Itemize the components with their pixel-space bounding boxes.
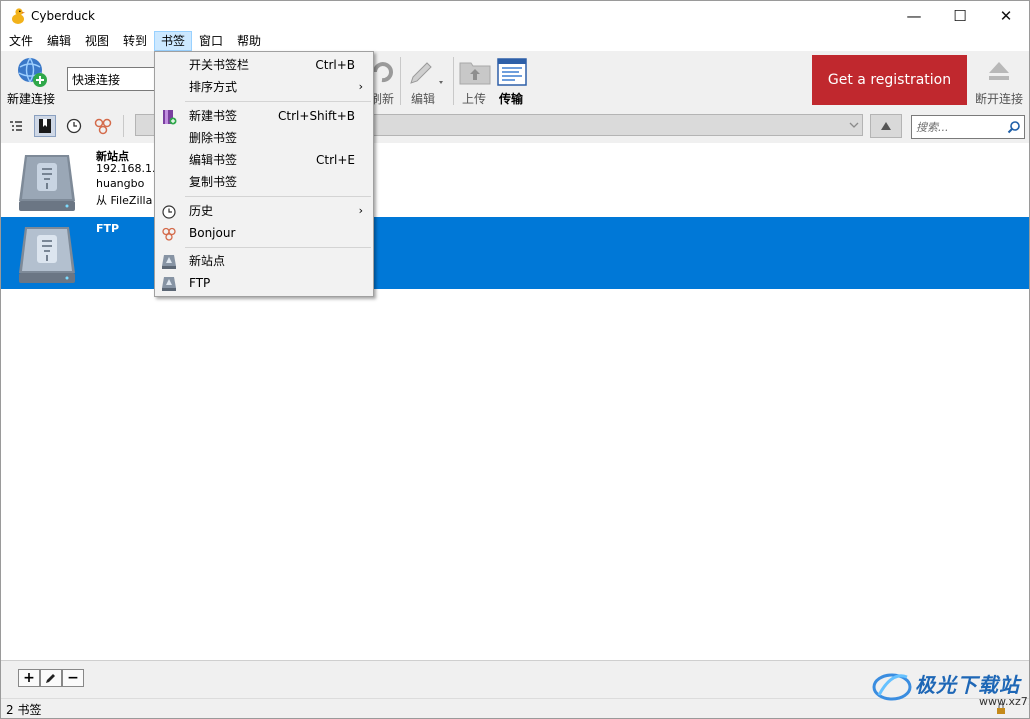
quick-connect-field[interactable]: 快速连接: [67, 67, 159, 91]
upload-button[interactable]: 上传: [457, 53, 491, 107]
bookmark-count: 2 书签: [6, 703, 42, 717]
bookmark-menu: 开关书签栏 Ctrl+B 排序方式 › 新建书签 Ctrl+Shift+B 删除…: [154, 51, 374, 297]
pencil-icon: [410, 62, 443, 84]
window-title: Cyberduck: [31, 9, 95, 23]
menu-item-shortcut: Ctrl+Shift+B: [278, 109, 355, 123]
menu-separator: [185, 101, 371, 102]
menu-bookmarks[interactable]: 书签: [154, 31, 193, 51]
bonjour-icon[interactable]: [92, 115, 114, 137]
menu-item-bonjour[interactable]: Bonjour: [155, 222, 373, 244]
menu-item-label: 复制书签: [189, 175, 238, 189]
parent-directory-button[interactable]: [870, 114, 902, 138]
menu-edit[interactable]: 编辑: [41, 32, 77, 50]
menu-item-shortcut: Ctrl+E: [316, 153, 355, 167]
menu-item-label: 新站点: [189, 254, 226, 268]
menu-item-bookmark-ftp[interactable]: FTP: [155, 272, 373, 294]
menu-item-toggle-bookmark-bar[interactable]: 开关书签栏 Ctrl+B: [155, 54, 373, 76]
transfer-label: 传输: [498, 92, 523, 106]
menu-bar: 文件 编辑 视图 转到 书签 窗口 帮助: [1, 31, 1029, 51]
search-placeholder: 搜索...: [916, 121, 949, 134]
bookmark-hostname: 192.168.1.1: [96, 162, 163, 175]
maximize-button[interactable]: ☐: [937, 1, 983, 31]
pencil-icon: [46, 674, 55, 683]
menu-item-shortcut: Ctrl+B: [315, 58, 355, 72]
bookmark-note: 从 FileZilla: [96, 194, 153, 207]
menu-item-history[interactable]: 历史 ›: [155, 200, 373, 222]
menu-window[interactable]: 窗口: [193, 32, 229, 50]
disconnect-label: 断开连接: [974, 92, 1023, 106]
upload-folder-icon: [459, 62, 491, 85]
menu-item-label: 历史: [189, 204, 214, 218]
navbar-separator: [123, 115, 124, 137]
outline-view-icon[interactable]: [5, 115, 27, 137]
toolbar-separator: [453, 57, 454, 105]
menu-file[interactable]: 文件: [3, 32, 39, 50]
menu-item-label: 开关书签栏: [189, 58, 250, 72]
menu-help[interactable]: 帮助: [231, 32, 267, 50]
registration-key-button[interactable]: Get a registration key!: [812, 55, 967, 138]
menu-go[interactable]: 转到: [117, 32, 153, 50]
menu-item-label: 删除书签: [189, 131, 238, 145]
close-icon: ✕: [999, 7, 1013, 25]
menu-view[interactable]: 视图: [79, 32, 115, 50]
duck-icon: [12, 8, 25, 24]
title-bar: Cyberduck — ☐ ✕: [1, 1, 1029, 31]
minimize-button[interactable]: —: [891, 1, 937, 31]
menu-separator: [185, 247, 371, 248]
menu-separator: [185, 196, 371, 197]
delete-bookmark-button[interactable]: −: [62, 669, 84, 687]
up-arrow-icon: [881, 122, 891, 130]
new-connection-button[interactable]: 新建连接: [3, 53, 59, 107]
new-connection-label: 新建连接: [6, 92, 55, 106]
menu-item-label: 编辑书签: [189, 153, 238, 167]
disconnect-button[interactable]: 断开连接: [971, 53, 1027, 107]
edit-label: 编辑: [410, 92, 435, 106]
transfer-button[interactable]: 传输: [495, 53, 527, 107]
menu-item-label: 排序方式: [189, 80, 238, 94]
upload-label: 上传: [461, 92, 486, 106]
maximize-icon: ☐: [953, 7, 967, 25]
edit-bookmark-button[interactable]: [40, 669, 62, 687]
globe-plus-icon: [18, 57, 47, 87]
chevron-down-icon: [849, 122, 859, 128]
edit-button[interactable]: 编辑: [403, 53, 443, 107]
watermark: 极光下载站 www.xz7.com: [869, 665, 1030, 708]
history-clock-icon[interactable]: [63, 115, 85, 137]
eject-icon: [989, 62, 1009, 80]
menu-item-new-bookmark[interactable]: 新建书签 Ctrl+Shift+B: [155, 105, 373, 127]
watermark-logo-icon: [872, 673, 912, 701]
clock-icon: [162, 205, 176, 219]
app-window: Cyberduck — ☐ ✕ 文件 编辑 视图 转到 书签 窗口 帮助 新建连…: [0, 0, 1030, 719]
new-bookmark-icon: [163, 110, 177, 125]
drive-icon: [19, 155, 75, 211]
menu-item-label: FTP: [189, 276, 211, 290]
watermark-brand: 极光下载站: [915, 673, 1020, 697]
transfer-window-icon: [497, 58, 527, 86]
toolbar-separator: [400, 57, 401, 105]
minimize-icon: —: [906, 7, 922, 25]
bookmarks-view-toggle[interactable]: [34, 115, 56, 137]
bookmark-icon: [39, 119, 51, 133]
menu-item-label: 新建书签: [189, 109, 238, 123]
close-button[interactable]: ✕: [983, 1, 1029, 31]
watermark-url: www.xz7.com: [979, 695, 1030, 708]
menu-item-sort-by[interactable]: 排序方式 ›: [155, 76, 373, 98]
menu-item-delete-bookmark[interactable]: 删除书签: [155, 127, 373, 149]
menu-item-duplicate-bookmark[interactable]: 复制书签: [155, 171, 373, 193]
submenu-arrow-icon: ›: [358, 80, 363, 93]
submenu-arrow-icon: ›: [358, 204, 363, 217]
drive-icon: [162, 277, 176, 291]
menu-item-edit-bookmark[interactable]: 编辑书签 Ctrl+E: [155, 149, 373, 171]
add-bookmark-button[interactable]: +: [18, 669, 40, 687]
bookmark-name: FTP: [96, 222, 120, 235]
menu-item-label: Bonjour: [189, 226, 236, 240]
menu-item-bookmark-new-site[interactable]: 新站点: [155, 250, 373, 272]
search-icon: [1007, 121, 1020, 134]
bonjour-icon: [162, 227, 176, 241]
bookmark-username: huangbo: [96, 177, 145, 190]
drive-icon: [19, 227, 75, 283]
search-field[interactable]: 搜索...: [911, 115, 1025, 139]
drive-icon: [162, 255, 176, 269]
